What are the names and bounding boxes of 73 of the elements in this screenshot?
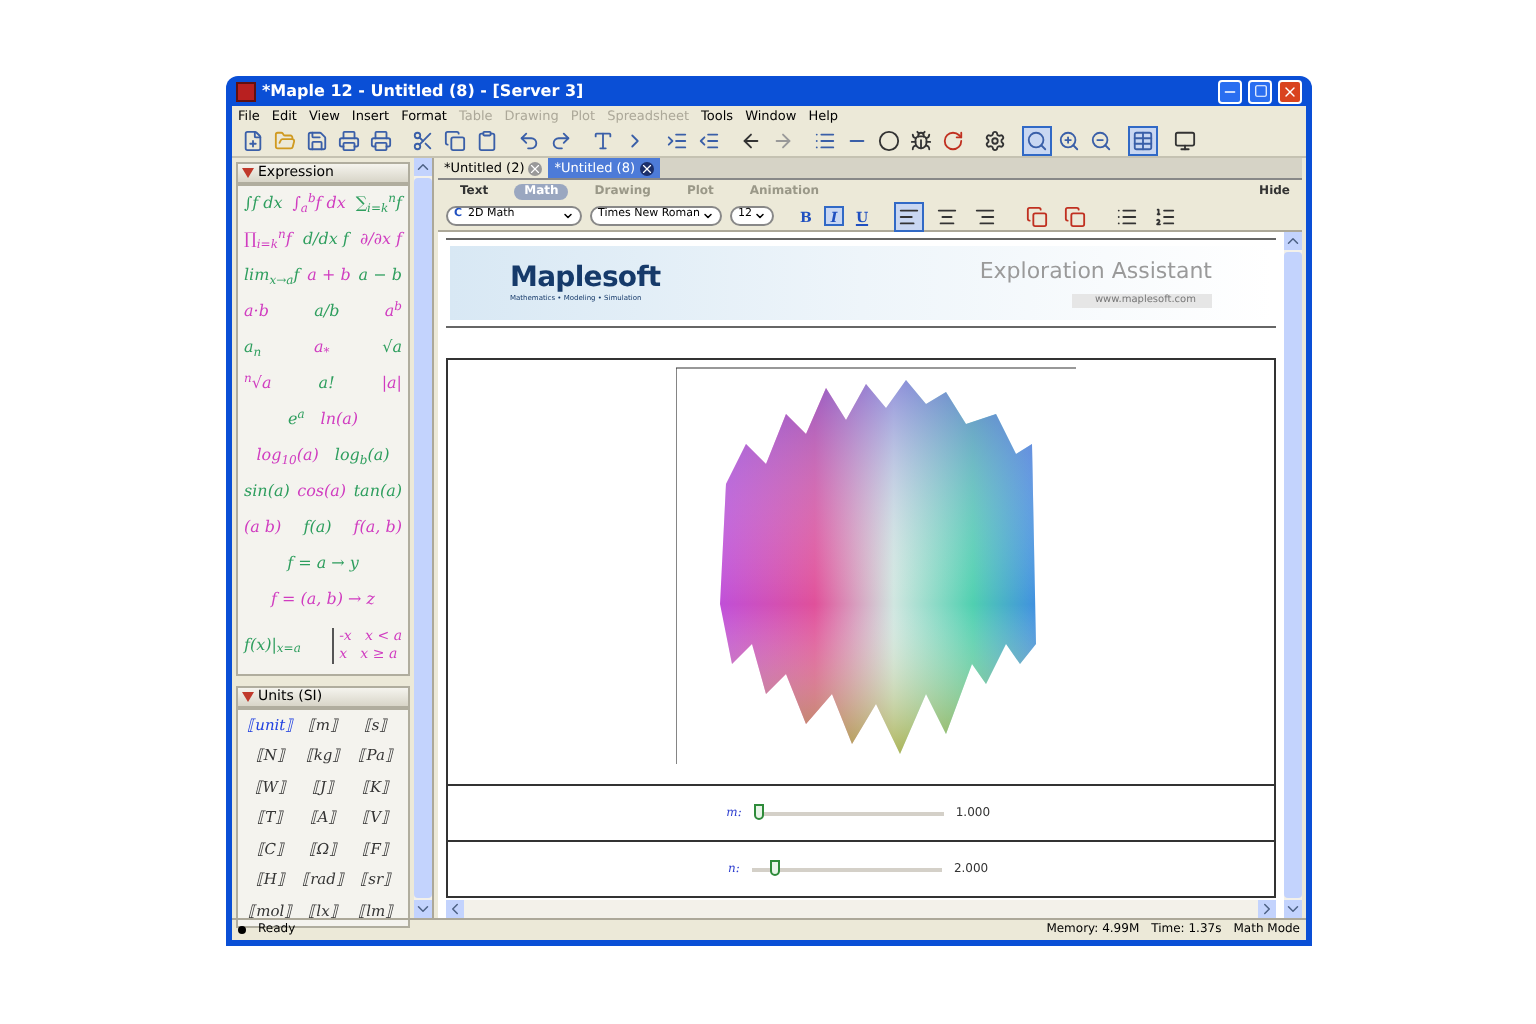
palette-item[interactable]: f(a, b) bbox=[353, 520, 402, 536]
palette-item[interactable]: a + b bbox=[307, 268, 351, 284]
caret-icon bbox=[562, 210, 574, 222]
horizontal-scrollbar[interactable] bbox=[446, 900, 1276, 918]
palette-item[interactable]: a·b bbox=[244, 304, 269, 320]
table-icon[interactable] bbox=[1128, 126, 1158, 156]
palette-item[interactable]: a$_{*}$ bbox=[314, 340, 330, 356]
save-icon[interactable] bbox=[302, 126, 332, 156]
palette-item[interactable]: f = (a, b) → z bbox=[271, 592, 375, 608]
palette-item[interactable]: ∫f dx bbox=[244, 196, 283, 212]
palette-item[interactable]: a/b bbox=[314, 304, 340, 320]
palette-item[interactable]: sin(a) bbox=[244, 484, 290, 500]
copy-icon[interactable] bbox=[1022, 201, 1052, 231]
palette-item[interactable]: ∏$_{i=k}$$^{n}$f bbox=[244, 232, 292, 248]
slider-thumb[interactable] bbox=[769, 860, 780, 876]
triangle-icon bbox=[242, 168, 254, 178]
slider-track[interactable] bbox=[753, 804, 944, 822]
palette-item[interactable]: f(a) bbox=[303, 520, 332, 536]
close-icon[interactable] bbox=[639, 161, 653, 175]
triangle-icon bbox=[242, 691, 254, 701]
zoom-out-icon[interactable] bbox=[1086, 126, 1116, 156]
palette-item[interactable]: cos(a) bbox=[297, 484, 347, 500]
palette-item[interactable]: √a bbox=[382, 340, 402, 356]
scroll-down-icon[interactable] bbox=[414, 900, 432, 918]
palette-item[interactable]: a − b bbox=[358, 268, 402, 284]
palette-item[interactable]: (a b) bbox=[244, 520, 282, 536]
monitor-icon[interactable] bbox=[1170, 126, 1200, 156]
palette-item[interactable]: $^{n}$√a bbox=[244, 376, 272, 392]
close-icon bbox=[1282, 83, 1298, 99]
copy-icon[interactable] bbox=[1060, 201, 1090, 231]
settings-icon[interactable] bbox=[980, 126, 1010, 156]
caret-icon bbox=[702, 210, 714, 222]
minimize-button[interactable] bbox=[1218, 79, 1242, 103]
zoom-in-icon[interactable] bbox=[1054, 126, 1084, 156]
palette-item[interactable]: ln(a) bbox=[320, 412, 359, 428]
maximize-icon bbox=[1253, 84, 1267, 98]
circle-icon[interactable] bbox=[874, 126, 904, 156]
align-left-icon[interactable] bbox=[894, 201, 924, 231]
palette-item[interactable]: a$_{n}$ bbox=[244, 340, 262, 356]
slider-thumb[interactable] bbox=[753, 804, 764, 820]
palette-item[interactable]: e$^{a}$ bbox=[287, 412, 305, 428]
caret-icon bbox=[754, 210, 766, 222]
maximize-button[interactable] bbox=[1248, 79, 1272, 103]
scroll-left-icon[interactable] bbox=[446, 900, 464, 918]
palette-item[interactable]: d/dx f bbox=[302, 232, 349, 248]
zoom-icon[interactable] bbox=[1022, 126, 1052, 156]
printer-icon[interactable] bbox=[366, 126, 396, 156]
window-title: *Maple 12 - Untitled (8) - [Server 3] bbox=[262, 83, 586, 99]
printer-icon[interactable] bbox=[334, 126, 364, 156]
palette-item[interactable]: log$_{b}$(a) bbox=[334, 448, 390, 464]
palette-item[interactable]: a! bbox=[318, 376, 335, 392]
palette-item[interactable]: ∂/∂x f bbox=[360, 232, 402, 248]
palette-item[interactable]: |a| bbox=[381, 376, 402, 392]
palette-item[interactable]: f(x)|$_{x=a}$ bbox=[244, 637, 301, 654]
slider-track[interactable] bbox=[751, 860, 942, 878]
banner-title: Exploration Assistant bbox=[979, 259, 1212, 281]
bug-icon[interactable] bbox=[906, 126, 936, 156]
palette-item[interactable]: ∑$_{i=k}$$^{n}$f bbox=[355, 196, 402, 212]
scroll-up-icon[interactable] bbox=[414, 158, 432, 176]
close-button[interactable] bbox=[1278, 79, 1302, 103]
palette-item[interactable]: a$^{b}$ bbox=[384, 304, 402, 320]
palette-item[interactable]: tan(a) bbox=[353, 484, 402, 500]
restart-icon[interactable] bbox=[938, 126, 968, 156]
palette-item[interactable]: log$_{10}$(a) bbox=[256, 448, 319, 464]
logo: Maplesoft bbox=[510, 263, 661, 292]
scroll-down-icon[interactable] bbox=[1284, 900, 1302, 918]
palette-item[interactable]: f = a → y bbox=[287, 556, 359, 572]
palette-item[interactable]: lim$_{x→a}$f bbox=[244, 268, 300, 284]
palette-item[interactable]: ∫$_{a}$$^{b}$f dx bbox=[292, 196, 346, 212]
copy-icon[interactable] bbox=[440, 126, 470, 156]
app-icon bbox=[236, 81, 256, 101]
scroll-right-icon[interactable] bbox=[1258, 900, 1276, 918]
scroll-up-icon[interactable] bbox=[1284, 232, 1302, 250]
